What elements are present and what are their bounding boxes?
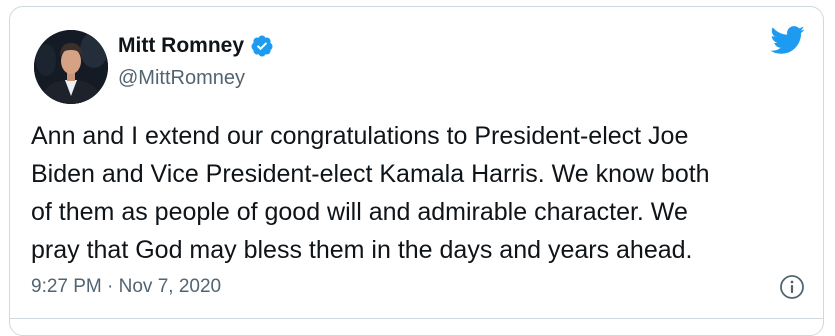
info-icon[interactable] [779, 274, 805, 300]
tweet-timestamp[interactable]: 9:27 PM · Nov 7, 2020 [31, 275, 221, 299]
author-name[interactable]: Mitt Romney [118, 33, 244, 59]
author-handle[interactable]: @MittRomney [118, 66, 245, 90]
tweet-card: Mitt Romney @MittRomney Ann and I extend… [9, 6, 824, 336]
author-row: Mitt Romney [118, 33, 274, 59]
verified-badge-icon [250, 34, 274, 58]
profile-photo-icon [34, 30, 108, 104]
tweet-text: Ann and I extend our congratulations to … [31, 122, 710, 264]
twitter-bird-icon[interactable] [769, 25, 805, 55]
avatar[interactable] [34, 30, 108, 104]
